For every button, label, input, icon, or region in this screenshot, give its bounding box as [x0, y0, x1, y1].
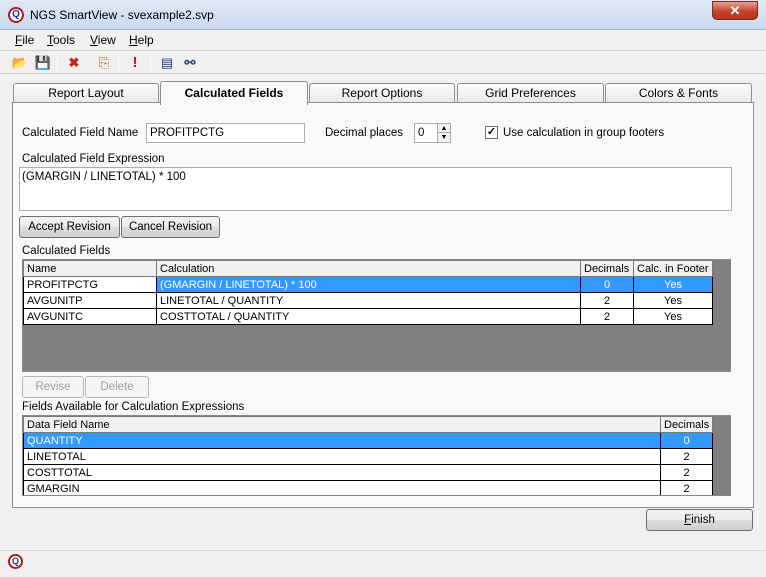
cell-name[interactable]: AVGUNITP	[23, 292, 157, 309]
calculated-fields-label: Calculated Fields	[22, 245, 111, 257]
status-bar: Q	[0, 550, 766, 577]
accept-revision-button[interactable]: Accept Revision	[19, 216, 120, 238]
menu-view[interactable]: View	[90, 33, 116, 47]
cell-footer[interactable]: Yes	[633, 308, 713, 325]
cell-footer[interactable]: Yes	[633, 292, 713, 309]
cell-decimals[interactable]: 2	[660, 448, 713, 465]
cell-decimals[interactable]: 2	[580, 292, 634, 309]
column-header-calculation[interactable]: Calculation	[156, 260, 581, 277]
cell-field-name[interactable]: LINETOTAL	[23, 448, 661, 465]
cell-calculation[interactable]: COSTTOTAL / QUANTITY	[156, 308, 581, 325]
decimal-places-label: Decimal places	[325, 127, 403, 139]
window-title: NGS SmartView - svexample2.svp	[30, 8, 214, 22]
list-item[interactable]: LINETOTAL 2	[23, 448, 713, 465]
binoculars-icon[interactable]: ⚯	[181, 54, 199, 72]
expression-label: Calculated Field Expression	[22, 153, 165, 165]
toolbar-separator	[150, 55, 151, 71]
column-header-data-field-name[interactable]: Data Field Name	[23, 416, 661, 433]
cell-decimals[interactable]: 2	[660, 480, 713, 495]
table-row[interactable]: AVGUNITP LINETOTAL / QUANTITY 2 Yes	[23, 292, 713, 309]
list-item[interactable]: GMARGIN 2	[23, 480, 713, 495]
delete-button[interactable]: Delete	[85, 376, 149, 398]
calculated-fields-grid: Name Calculation Decimals Calc. in Foote…	[22, 259, 731, 372]
cell-decimals[interactable]: 2	[660, 464, 713, 481]
table-row[interactable]: AVGUNITC COSTTOTAL / QUANTITY 2 Yes	[23, 308, 713, 325]
cell-decimals[interactable]: 0	[660, 432, 713, 449]
finish-button[interactable]: Finish	[646, 509, 753, 531]
cell-name[interactable]: AVGUNITC	[23, 308, 157, 325]
cell-field-name[interactable]: QUANTITY	[23, 432, 661, 449]
menu-file[interactable]: File	[15, 33, 34, 47]
column-header-decimals[interactable]: Decimals	[580, 260, 634, 277]
cell-decimals[interactable]: 0	[580, 276, 634, 293]
cell-calculation[interactable]: LINETOTAL / QUANTITY	[156, 292, 581, 309]
list-item[interactable]: QUANTITY 0	[23, 432, 713, 449]
toolbar-separator	[118, 55, 119, 71]
save-icon[interactable]: 💾	[34, 54, 52, 72]
cell-name[interactable]: PROFITPCTG	[23, 276, 157, 293]
preview-icon[interactable]: ▤	[158, 54, 176, 72]
stepper-up-icon[interactable]: ▲	[438, 124, 450, 133]
revise-button[interactable]: Revise	[22, 376, 84, 398]
tab-report-layout[interactable]: Report Layout	[13, 83, 159, 103]
list-item[interactable]: COSTTOTAL 2	[23, 464, 713, 481]
column-header-calc-in-footer[interactable]: Calc. in Footer	[633, 260, 713, 277]
tab-calculated-fields[interactable]: Calculated Fields	[160, 81, 308, 105]
column-header-name[interactable]: Name	[23, 260, 157, 277]
cell-field-name[interactable]: COSTTOTAL	[23, 464, 661, 481]
group-footer-label: Use calculation in group footers	[503, 127, 665, 139]
group-footer-checkbox[interactable]: ✓	[485, 126, 498, 139]
toolbar-separator	[57, 55, 58, 71]
tab-grid-preferences[interactable]: Grid Preferences	[457, 83, 604, 103]
tab-report-options[interactable]: Report Options	[309, 83, 455, 103]
cell-calculation[interactable]: (GMARGIN / LINETOTAL) * 100	[156, 276, 581, 293]
title-bar: Q NGS SmartView - svexample2.svp ✕	[0, 0, 766, 30]
stepper-down-icon[interactable]: ▼	[438, 133, 450, 142]
cell-decimals[interactable]: 2	[580, 308, 634, 325]
app-icon: Q	[8, 554, 23, 569]
menu-bar: File Tools View Help	[0, 31, 766, 49]
column-header-decimals[interactable]: Decimals	[660, 416, 713, 433]
cancel-revision-button[interactable]: Cancel Revision	[121, 216, 220, 238]
calc-field-name-input[interactable]	[146, 123, 305, 143]
menu-tools[interactable]: Tools	[47, 33, 75, 47]
app-icon: Q	[8, 7, 24, 23]
expression-textarea[interactable]: (GMARGIN / LINETOTAL) * 100	[19, 167, 732, 211]
available-fields-label: Fields Available for Calculation Express…	[22, 401, 245, 413]
available-fields-grid: Data Field Name Decimals QUANTITY 0 LINE…	[22, 415, 731, 496]
cell-field-name[interactable]: GMARGIN	[23, 480, 661, 495]
toolbar: 📂 💾 ✖ ⎘ ! ▤ ⚯	[0, 50, 766, 74]
decimal-places-stepper[interactable]: ▲ ▼	[437, 123, 451, 143]
menu-help[interactable]: Help	[129, 33, 154, 47]
delete-icon[interactable]: ✖	[65, 54, 83, 72]
copy-icon[interactable]: ⎘	[95, 54, 113, 72]
decimal-places-input[interactable]	[414, 123, 438, 143]
calc-field-name-label: Calculated Field Name	[22, 127, 139, 139]
cell-footer[interactable]: Yes	[633, 276, 713, 293]
close-button[interactable]: ✕	[712, 1, 758, 20]
open-folder-icon[interactable]: 📂	[11, 54, 29, 72]
run-icon[interactable]: !	[126, 54, 144, 72]
table-row[interactable]: PROFITPCTG (GMARGIN / LINETOTAL) * 100 0…	[23, 276, 713, 293]
tab-colors-fonts[interactable]: Colors & Fonts	[605, 83, 752, 103]
calculated-fields-panel: Calculated Field Name Decimal places ▲ ▼…	[12, 102, 754, 508]
